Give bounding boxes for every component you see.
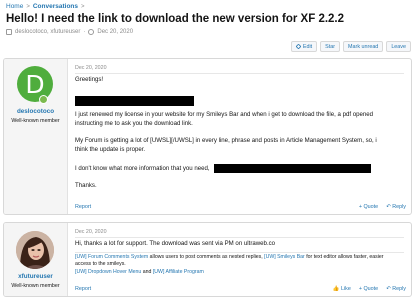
message-text: Greetings! [75, 76, 104, 83]
avatar[interactable] [16, 231, 54, 269]
signature-link[interactable]: [UW] Dropdown Hover Menu [75, 269, 141, 275]
thumbs-up-icon: 👍 [332, 286, 340, 292]
user-title: Well-known member [11, 283, 60, 289]
message-text: Hi, thanks a lot for support. The downlo… [75, 240, 276, 247]
signature-line: [UW] Dropdown Hover Menu and [UW] Affili… [75, 269, 204, 276]
page-title: Hello! I need the link to download the n… [6, 13, 345, 25]
mark-unread-button[interactable]: Mark unread [343, 41, 384, 52]
username[interactable]: xfutureuser [4, 273, 67, 280]
reply-button[interactable]: ↶ Reply [386, 204, 406, 210]
message-text-segment: I don't know what more information that … [75, 165, 210, 173]
divider [75, 237, 404, 238]
redacted-block [75, 96, 194, 106]
breadcrumb-separator-end: > [81, 3, 85, 10]
redacted-block [214, 164, 372, 173]
edit-button-label: Edit [302, 43, 313, 50]
like-button[interactable]: 👍 Like [333, 286, 351, 292]
thread-meta: deslocotoco, xfutureuser · Dec 20, 2020 [6, 29, 133, 35]
divider [75, 73, 404, 74]
signature-link[interactable]: [UW] Forum Comments System [75, 254, 148, 260]
signature-link[interactable]: [UW] Affiliate Program [153, 269, 204, 275]
avatar[interactable]: D [17, 66, 53, 102]
message-body: Dec 20, 2020 Hi, thanks a lot for suppor… [68, 223, 411, 296]
leave-button[interactable]: Leave [386, 41, 411, 52]
post-actions: + Quote ↶ Reply [359, 204, 406, 210]
reply-label: Reply [392, 286, 406, 292]
breadcrumb-separator: > [26, 3, 30, 10]
thread-date: Dec 20, 2020 [97, 29, 134, 35]
like-label: Like [340, 286, 351, 292]
participants-list[interactable]: deslocotoco, xfutureuser [15, 29, 80, 35]
message-body: Dec 20, 2020 Greetings! I just renewed m… [68, 59, 411, 214]
pencil-icon [295, 43, 302, 50]
signature-text: for text editor allows faster, easier [304, 254, 384, 260]
signature-line: access to the smileys. [75, 261, 126, 267]
online-indicator [39, 95, 48, 104]
edit-button[interactable]: Edit [290, 41, 318, 52]
breadcrumb-home[interactable]: Home [6, 3, 23, 10]
signature-text: and [141, 269, 153, 275]
post-date[interactable]: Dec 20, 2020 [75, 65, 107, 71]
breadcrumb-conversations[interactable]: Conversations [33, 3, 78, 10]
quote-button[interactable]: + Quote [359, 286, 378, 292]
user-title: Well-known member [11, 118, 60, 124]
clock-icon [88, 29, 95, 35]
post-actions: 👍 Like + Quote ↶ Reply [333, 286, 406, 292]
breadcrumb: Home > Conversations > [6, 3, 85, 10]
post-user-panel: xfutureuser Well-known member [4, 223, 68, 296]
signature-divider [75, 252, 404, 253]
username[interactable]: deslocotoco [4, 108, 67, 115]
participants-icon [6, 29, 12, 35]
report-link[interactable]: Report [75, 286, 91, 292]
message-post-2: xfutureuser Well-known member Dec 20, 20… [3, 222, 412, 297]
report-link[interactable]: Report [75, 204, 91, 210]
signature-link[interactable]: [UW] Smileys Bar [264, 254, 305, 260]
message-text: My Forum is getting a lot of [UWSL][/UWS… [75, 137, 377, 144]
message-text: I don't know what more information that … [75, 164, 372, 173]
message-text: think the update is proper. [75, 146, 146, 153]
message-text: Thanks. [75, 182, 97, 189]
post-user-panel: D deslocotoco Well-known member [4, 59, 68, 214]
post-date[interactable]: Dec 20, 2020 [75, 229, 107, 235]
quote-button[interactable]: + Quote [359, 204, 378, 210]
message-post-1: D deslocotoco Well-known member Dec 20, … [3, 58, 412, 215]
star-button[interactable]: Star [320, 41, 341, 52]
thread-actions: Edit Star Mark unread Leave [290, 41, 411, 52]
message-text: instructing me to ask you the download l… [75, 120, 193, 127]
reply-label: Reply [392, 204, 406, 210]
reply-button[interactable]: ↶ Reply [386, 286, 406, 292]
message-text: I just renewed my license in your websit… [75, 111, 374, 118]
avatar-photo-image [16, 231, 54, 269]
signature-text: allows users to post comments as nested … [148, 254, 265, 260]
